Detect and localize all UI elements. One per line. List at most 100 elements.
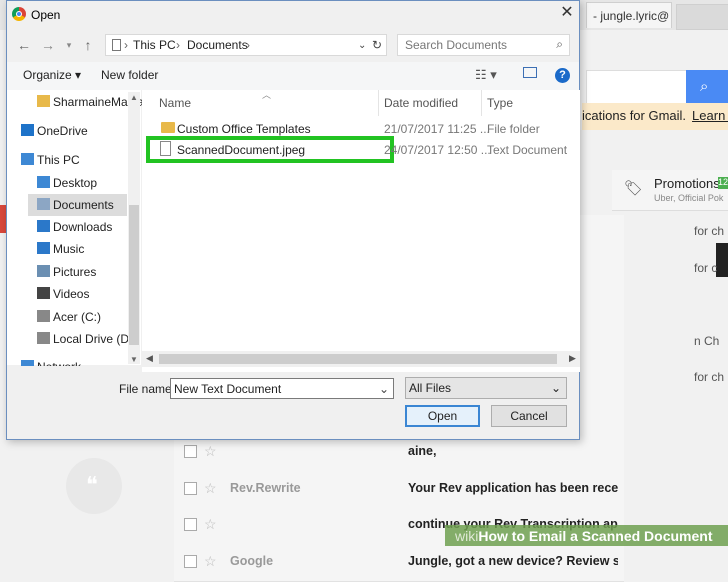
email-checkbox[interactable]: [184, 518, 197, 531]
email-snippet-right: n Ch: [694, 334, 720, 348]
address-dropdown-icon[interactable]: ⌄: [358, 40, 366, 51]
forward-arrow-icon[interactable]: →: [38, 35, 58, 55]
breadcrumb-sep-icon: ›: [124, 38, 128, 52]
email-row[interactable]: ☆ Google Jungle, got a new device? Review …: [174, 544, 624, 582]
open-button[interactable]: Open: [405, 405, 480, 427]
file-row-scanned-document[interactable]: ScannedDocument.jpeg 24/07/2017 12:50 ..…: [147, 140, 579, 160]
email-snippet-right: for ch: [694, 370, 725, 384]
star-icon[interactable]: ☆: [204, 480, 217, 497]
email-sender: Google: [230, 554, 274, 568]
gmail-banner: ications for Gmail.Learn m: [582, 103, 728, 130]
help-icon[interactable]: ?: [555, 68, 570, 83]
view-options-icon[interactable]: ☷ ▾: [475, 67, 497, 83]
email-subject: Jungle, got a new device? Review sign: [408, 554, 618, 568]
cloud-icon: [21, 124, 34, 136]
email-snippet-right: [624, 544, 728, 581]
close-icon[interactable]: ✕: [556, 2, 578, 24]
browser-tab[interactable]: - jungle.lyric@: [586, 2, 672, 28]
address-bar[interactable]: › This PC › Documents › ⌄ ↻: [105, 34, 387, 56]
breadcrumb-documents[interactable]: Documents: [187, 38, 248, 52]
breadcrumb-sep-icon: ›: [176, 38, 180, 52]
nav-scrollbar-thumb[interactable]: [129, 205, 139, 345]
videos-icon: [37, 287, 50, 299]
nav-item-desktop[interactable]: Desktop: [7, 172, 127, 194]
learn-more-link[interactable]: Learn m: [692, 108, 728, 123]
browser-new-tab[interactable]: [676, 4, 728, 30]
chevron-down-icon: ⌄: [550, 381, 561, 395]
nav-item-sharmainemagla[interactable]: SharmaineMagla: [7, 91, 144, 113]
scroll-right-icon[interactable]: ▶: [569, 353, 576, 364]
up-arrow-icon[interactable]: ↑: [78, 35, 98, 55]
promotions-badge: 12: [718, 177, 728, 189]
folder-icon: [37, 95, 50, 107]
drive-icon: [37, 310, 50, 322]
search-icon: ⌕: [556, 37, 563, 51]
pc-icon: [112, 39, 121, 51]
nav-item-music[interactable]: Music: [7, 238, 127, 260]
column-header-date[interactable]: Date modified: [384, 96, 458, 110]
email-checkbox[interactable]: [184, 555, 197, 568]
dialog-title: Open: [31, 8, 61, 22]
promotions-title: Promotions: [654, 176, 720, 191]
recent-chevron-icon[interactable]: ▾: [59, 35, 79, 55]
email-snippet-right: [624, 288, 728, 325]
folder-icon: [161, 122, 175, 133]
file-name-label: File name:: [119, 382, 176, 396]
nav-item-local-drive-d[interactable]: Local Drive (D:): [7, 328, 136, 350]
documents-icon: [37, 198, 50, 210]
promotions-subtitle: Uber, Official Pok: [654, 193, 724, 203]
wikihow-watermark: wikiHow to Email a Scanned Document: [445, 525, 728, 546]
refresh-icon[interactable]: ↻: [372, 38, 382, 52]
horizontal-scrollbar-thumb[interactable]: [159, 354, 557, 364]
chevron-down-icon[interactable]: ⌄: [379, 382, 389, 396]
nav-item-onedrive[interactable]: OneDrive: [7, 120, 127, 142]
email-subject: Your Rev application has been received -: [408, 481, 618, 495]
scroll-down-icon[interactable]: ▼: [130, 355, 138, 364]
pictures-icon: [37, 265, 50, 277]
hangouts-icon[interactable]: ❝: [66, 458, 122, 514]
chrome-icon: [12, 7, 26, 21]
cancel-button[interactable]: Cancel: [491, 405, 567, 427]
nav-item-downloads[interactable]: Downloads: [7, 216, 127, 238]
sort-up-icon: ︿: [262, 90, 272, 100]
email-subject: aine,: [408, 444, 437, 458]
search-documents-input[interactable]: Search Documents ⌕: [397, 34, 570, 56]
computer-icon: [21, 153, 34, 165]
organize-button[interactable]: Organize ▾: [23, 68, 81, 82]
email-checkbox[interactable]: [184, 482, 197, 495]
download-icon: [37, 220, 50, 232]
star-icon[interactable]: ☆: [204, 553, 217, 570]
desktop-icon: [37, 176, 50, 188]
email-row[interactable]: ☆ Rev.Rewrite Your Rev application has bee…: [174, 471, 624, 509]
scroll-left-icon[interactable]: ◀: [146, 353, 153, 364]
email-sender: Rev.Rewrite: [230, 481, 301, 495]
nav-item-this-pc[interactable]: This PC: [7, 149, 127, 171]
column-header-type[interactable]: Type: [487, 96, 513, 110]
scroll-up-icon[interactable]: ▲: [130, 93, 138, 102]
column-divider[interactable]: [481, 90, 482, 116]
file-type-select[interactable]: All Files ⌄: [405, 377, 567, 399]
back-arrow-icon[interactable]: ←: [14, 35, 34, 55]
email-snippet-right: for ch: [694, 224, 725, 238]
nav-item-documents[interactable]: Documents: [28, 194, 127, 216]
search-icon: ⌕: [700, 78, 709, 95]
star-icon[interactable]: ☆: [204, 516, 217, 533]
tag-icon: 🏷: [624, 180, 644, 197]
breadcrumb-sep-icon: ›: [246, 38, 250, 52]
nav-item-acer-c[interactable]: Acer (C:): [7, 306, 127, 328]
email-snippet-right: [624, 434, 728, 471]
new-folder-button[interactable]: New folder: [101, 68, 158, 82]
column-divider[interactable]: [378, 90, 379, 116]
breadcrumb-this-pc[interactable]: This PC: [133, 38, 176, 52]
star-icon[interactable]: ☆: [204, 443, 217, 460]
nav-item-network[interactable]: Network: [7, 356, 127, 366]
network-icon: [21, 360, 34, 366]
nav-item-videos[interactable]: Videos: [7, 283, 127, 305]
email-snippet-right: for c: [694, 261, 718, 275]
file-name-input[interactable]: New Text Document ⌄: [170, 378, 394, 399]
nav-item-pictures[interactable]: Pictures: [7, 261, 127, 283]
email-checkbox[interactable]: [184, 445, 197, 458]
preview-pane-icon[interactable]: [523, 67, 537, 78]
gmail-search-button[interactable]: ⌕: [686, 70, 728, 106]
column-header-name[interactable]: Name: [159, 96, 191, 110]
